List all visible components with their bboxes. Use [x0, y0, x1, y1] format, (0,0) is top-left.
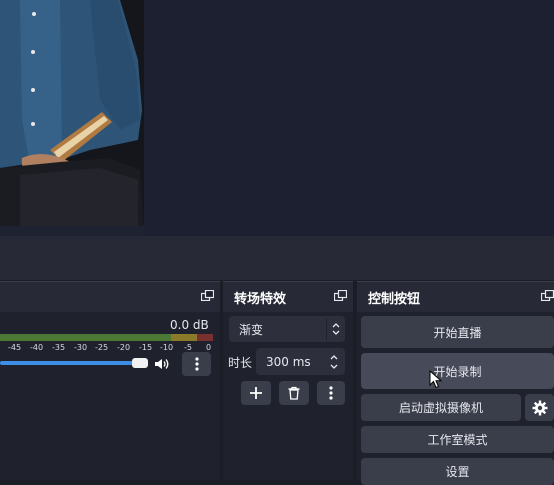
- more-vertical-icon: [194, 357, 199, 371]
- transition-more-button[interactable]: [317, 381, 345, 405]
- duration-label: 时长: [228, 356, 253, 370]
- speaker-icon[interactable]: [154, 357, 170, 371]
- select-divider: [326, 318, 327, 340]
- mouse-cursor-icon: [429, 370, 443, 389]
- updown-arrows-icon[interactable]: [329, 353, 339, 371]
- transitions-title: 转场特效: [234, 291, 287, 307]
- meter-tick-label: -40: [30, 343, 44, 352]
- virtual-camera-settings-button[interactable]: [525, 394, 554, 421]
- more-vertical-icon: [329, 386, 333, 400]
- plus-icon: [250, 387, 262, 399]
- settings-button[interactable]: 设置: [361, 458, 554, 485]
- preview-bottom-strip: [0, 236, 554, 280]
- float-dock-icon[interactable]: [541, 290, 554, 301]
- meter-bar: [0, 334, 213, 341]
- duration-value: 300 ms: [266, 354, 311, 369]
- meter-tick-label: -25: [95, 343, 109, 352]
- float-dock-icon[interactable]: [201, 290, 214, 301]
- person-photo: [0, 0, 144, 226]
- audio-mixer-dock: [0, 281, 220, 480]
- meter-tick-label: -45: [8, 343, 22, 352]
- meter-tick-label: 0: [206, 343, 212, 352]
- start-streaming-button[interactable]: 开始直播: [361, 316, 554, 348]
- transition-type-value: 渐变: [239, 322, 264, 337]
- studio-mode-button[interactable]: 工作室模式: [361, 426, 554, 453]
- volume-slider-track[interactable]: [0, 361, 146, 365]
- meter-tick-label: -10: [160, 343, 174, 352]
- start-recording-button[interactable]: 开始录制: [361, 353, 554, 389]
- meter-tick-label: -20: [117, 343, 131, 352]
- remove-transition-button[interactable]: [279, 381, 309, 405]
- canvas-background: [144, 0, 554, 236]
- meter-tick-label: -15: [139, 343, 153, 352]
- db-readout: 0.0 dB: [170, 318, 209, 332]
- mixer-more-button[interactable]: [182, 352, 211, 376]
- meter-tick-label: -5: [184, 343, 192, 352]
- audio-mixer-header: [0, 282, 220, 312]
- start-virtual-camera-button[interactable]: 启动虚拟摄像机: [361, 394, 521, 421]
- preview-source-image: [0, 0, 144, 226]
- meter-tick-label: -35: [52, 343, 66, 352]
- controls-title: 控制按钮: [368, 291, 421, 307]
- transition-type-select[interactable]: 渐变: [229, 316, 345, 342]
- volume-slider-handle[interactable]: [132, 358, 148, 368]
- updown-arrows-icon[interactable]: [331, 321, 341, 337]
- add-transition-button[interactable]: [241, 381, 271, 405]
- trash-icon: [288, 386, 300, 400]
- gear-icon: [532, 400, 547, 415]
- float-dock-icon[interactable]: [334, 290, 347, 301]
- meter-tick-label: -30: [74, 343, 88, 352]
